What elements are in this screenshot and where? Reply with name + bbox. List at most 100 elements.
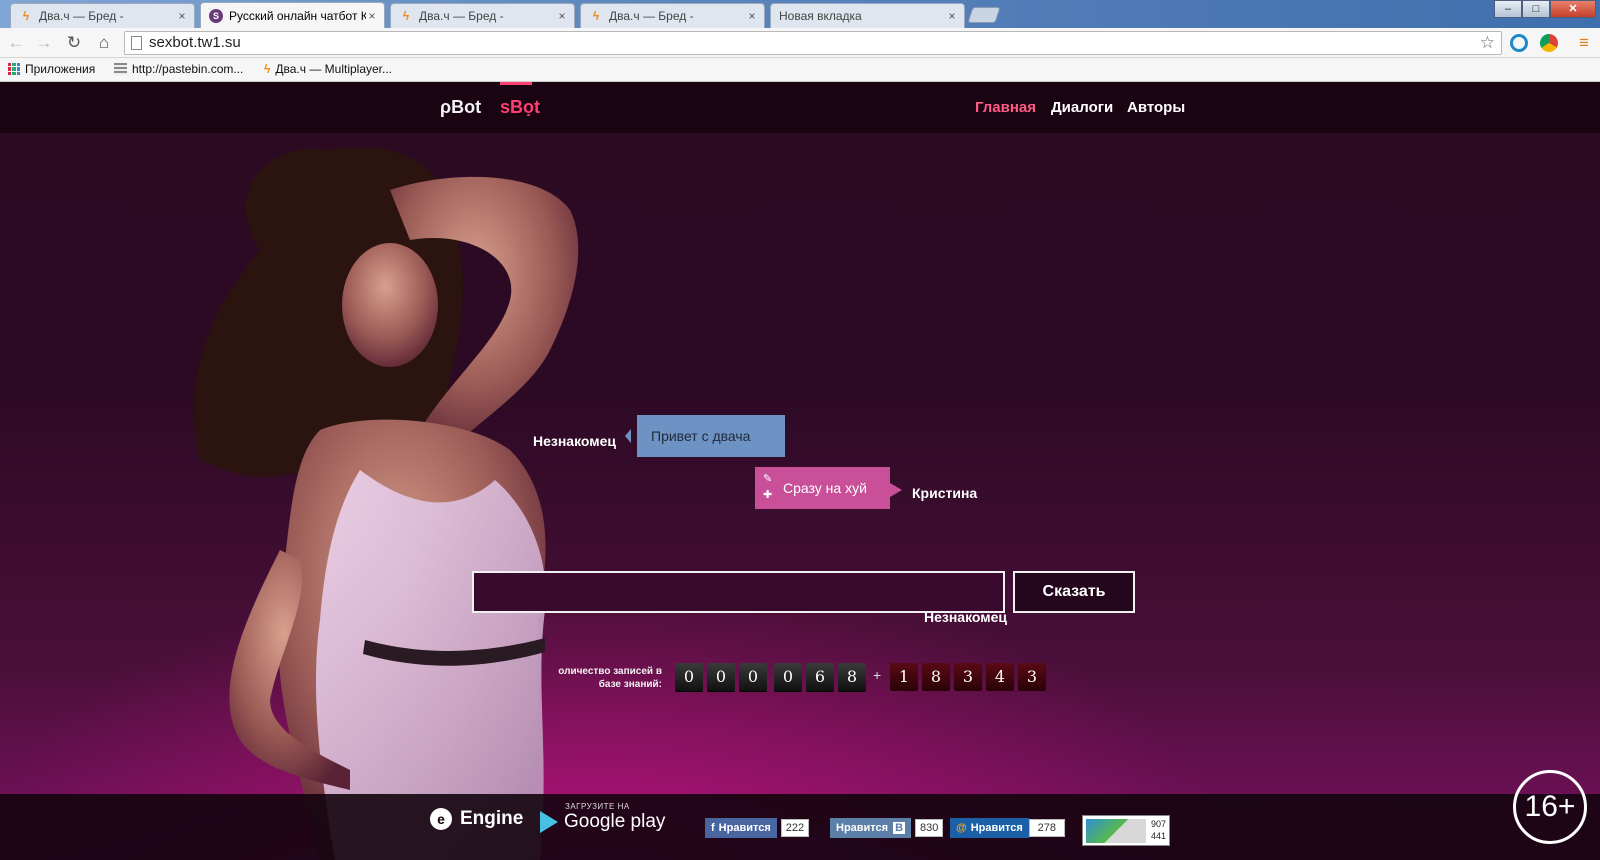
tab-dvach-1[interactable]: ϟ Два.ч — Бред - × [10, 3, 195, 28]
close-tab-icon[interactable]: × [176, 9, 188, 23]
engine-label: Engine [460, 808, 524, 829]
site-content: ρBot sBọt Главная Диалоги Авторы Незнако… [0, 82, 1600, 860]
bookmark-label: http://pastebin.com... [132, 62, 244, 76]
bookmark-apps[interactable]: Приложения [8, 62, 95, 76]
message-input[interactable] [472, 571, 1005, 613]
engine-link[interactable]: e Engine [430, 808, 523, 830]
back-button[interactable]: ← [4, 31, 28, 55]
close-tab-icon[interactable]: × [746, 9, 758, 23]
like-count: 278 [1028, 819, 1065, 837]
rating-counter-badge[interactable]: 907 441 [1082, 815, 1170, 846]
model-photo [193, 147, 579, 860]
tab-chatbot[interactable]: S Русский онлайн чатбот К × [200, 2, 385, 28]
badge-count-top: 907 [1150, 819, 1166, 829]
tab-strip: ϟ Два.ч — Бред - × S Русский онлайн чатб… [0, 0, 1600, 28]
e-logo-icon: e [430, 808, 452, 830]
url-text: sexbot.tw1.su [149, 34, 241, 51]
bookmarks-bar: Приложения http://pastebin.com... ϟ Два.… [0, 58, 1600, 82]
bookmark-dvach[interactable]: ϟ Два.ч — Multiplayer... [264, 62, 392, 76]
tab-title: Два.ч — Бред - [609, 9, 694, 23]
add-icon[interactable]: ✚ [763, 489, 772, 501]
age-rating-badge: 16+ [1513, 770, 1587, 844]
at-icon: @ [956, 822, 967, 834]
counter-label-line2: базе знаний: [598, 679, 662, 690]
site-footer: e Engine ЗАГРУЗИТЕ НА Google play f Нрави… [0, 794, 1600, 860]
tab-title: Два.ч — Бред - [39, 9, 124, 23]
tab-dvach-3[interactable]: ϟ Два.ч — Бред - × [580, 3, 765, 28]
user-message-bubble: Привет с двача [625, 415, 785, 457]
tab-title: Два.ч — Бред - [419, 9, 504, 23]
counter-digit-added: 4 [986, 663, 1014, 691]
knowledge-counter-label: оличество записей в базе знаний: [540, 665, 662, 691]
input-speaker-label: Незнакомец [924, 609, 1008, 625]
like-label: Нравится [836, 822, 889, 834]
counter-digit: 0 [739, 663, 767, 691]
reload-button[interactable]: ↻ [62, 31, 86, 55]
menu-item-authors[interactable]: Авторы [1127, 99, 1185, 116]
site-navbar: ρBot sBọt Главная Диалоги Авторы [0, 82, 1600, 133]
vk-like-widget[interactable]: Нравится B 830 [830, 818, 944, 838]
vk-icon: B [893, 822, 906, 834]
menu-item-dialogs[interactable]: Диалоги [1051, 99, 1113, 116]
counter-label-line1: оличество записей в [558, 666, 662, 677]
counter-digit-added: 3 [1018, 663, 1046, 691]
close-window-button[interactable]: ✕ [1550, 0, 1596, 18]
pbot-brand-link[interactable]: ρBot [440, 97, 481, 118]
counter-digit: 6 [806, 663, 834, 691]
mailru-like-widget[interactable]: @ Нравится 278 [950, 818, 1065, 838]
facebook-icon: f [711, 822, 715, 834]
page-icon [131, 36, 142, 50]
browser-toolbar: ← → ↻ ⌂ sexbot.tw1.su ☆ ≡ [0, 28, 1600, 58]
bolt-icon: ϟ [592, 9, 600, 23]
vk-like-button[interactable]: Нравится B [830, 818, 912, 838]
facebook-like-widget[interactable]: f Нравится 222 [705, 818, 810, 838]
close-tab-icon[interactable]: × [366, 9, 378, 23]
tab-title: Новая вкладка [779, 9, 862, 23]
google-play-icon [540, 811, 558, 833]
bolt-icon: ϟ [264, 62, 271, 76]
forward-button[interactable]: → [32, 31, 56, 55]
bolt-icon: ϟ [22, 9, 30, 23]
counter-digit-added: 3 [954, 663, 982, 691]
counter-digit: 8 [838, 663, 866, 691]
like-label: Нравится [718, 822, 771, 834]
bookmark-star-icon[interactable]: ☆ [1480, 32, 1495, 54]
minimize-button[interactable]: – [1494, 0, 1522, 18]
like-count: 222 [780, 819, 810, 837]
gplay-label: Google play [564, 811, 666, 832]
maximize-button[interactable]: □ [1522, 0, 1550, 18]
sexbot-favicon-icon: S [209, 8, 223, 23]
user-speaker-name: Незнакомец [533, 433, 617, 449]
new-tab-button[interactable] [967, 7, 1001, 23]
apps-grid-icon [8, 63, 20, 75]
say-button[interactable]: Сказать [1013, 571, 1135, 613]
pastebin-icon [114, 63, 127, 75]
google-play-link[interactable]: ЗАГРУЗИТЕ НА Google play [540, 802, 665, 833]
bot-message-text: Сразу на хуй [783, 480, 867, 496]
mailru-like-button[interactable]: @ Нравится [950, 818, 1029, 838]
close-tab-icon[interactable]: × [556, 9, 568, 23]
edit-icon[interactable]: ✎ [763, 473, 772, 485]
menu-icon[interactable]: ≡ [1572, 31, 1596, 55]
chrome-icon[interactable] [1540, 34, 1558, 52]
bookmark-pastebin[interactable]: http://pastebin.com... [114, 62, 243, 76]
bookmark-label: Приложения [25, 62, 96, 76]
counter-digit: 0 [675, 663, 703, 691]
counter-digit: 0 [707, 663, 735, 691]
counter-digit-added: 8 [922, 663, 950, 691]
close-tab-icon[interactable]: × [946, 9, 958, 23]
sbot-brand-link[interactable]: sBọt [500, 97, 540, 118]
tab-title: Русский онлайн чатбот К [229, 8, 366, 23]
extension-drop-icon[interactable] [1510, 34, 1528, 52]
home-button[interactable]: ⌂ [92, 31, 116, 55]
facebook-like-button[interactable]: f Нравится [705, 818, 777, 838]
brand-active-indicator [500, 82, 532, 85]
tab-dvach-2[interactable]: ϟ Два.ч — Бред - × [390, 3, 575, 28]
like-label: Нравится [970, 822, 1023, 834]
menu-item-home[interactable]: Главная [975, 99, 1036, 116]
counter-plus: + [873, 667, 882, 683]
tab-new[interactable]: Новая вкладка × [770, 3, 965, 28]
like-count: 830 [915, 819, 944, 837]
gplay-caption: ЗАГРУЗИТЕ НА [565, 802, 630, 811]
address-bar[interactable]: sexbot.tw1.su ☆ [124, 31, 1502, 55]
